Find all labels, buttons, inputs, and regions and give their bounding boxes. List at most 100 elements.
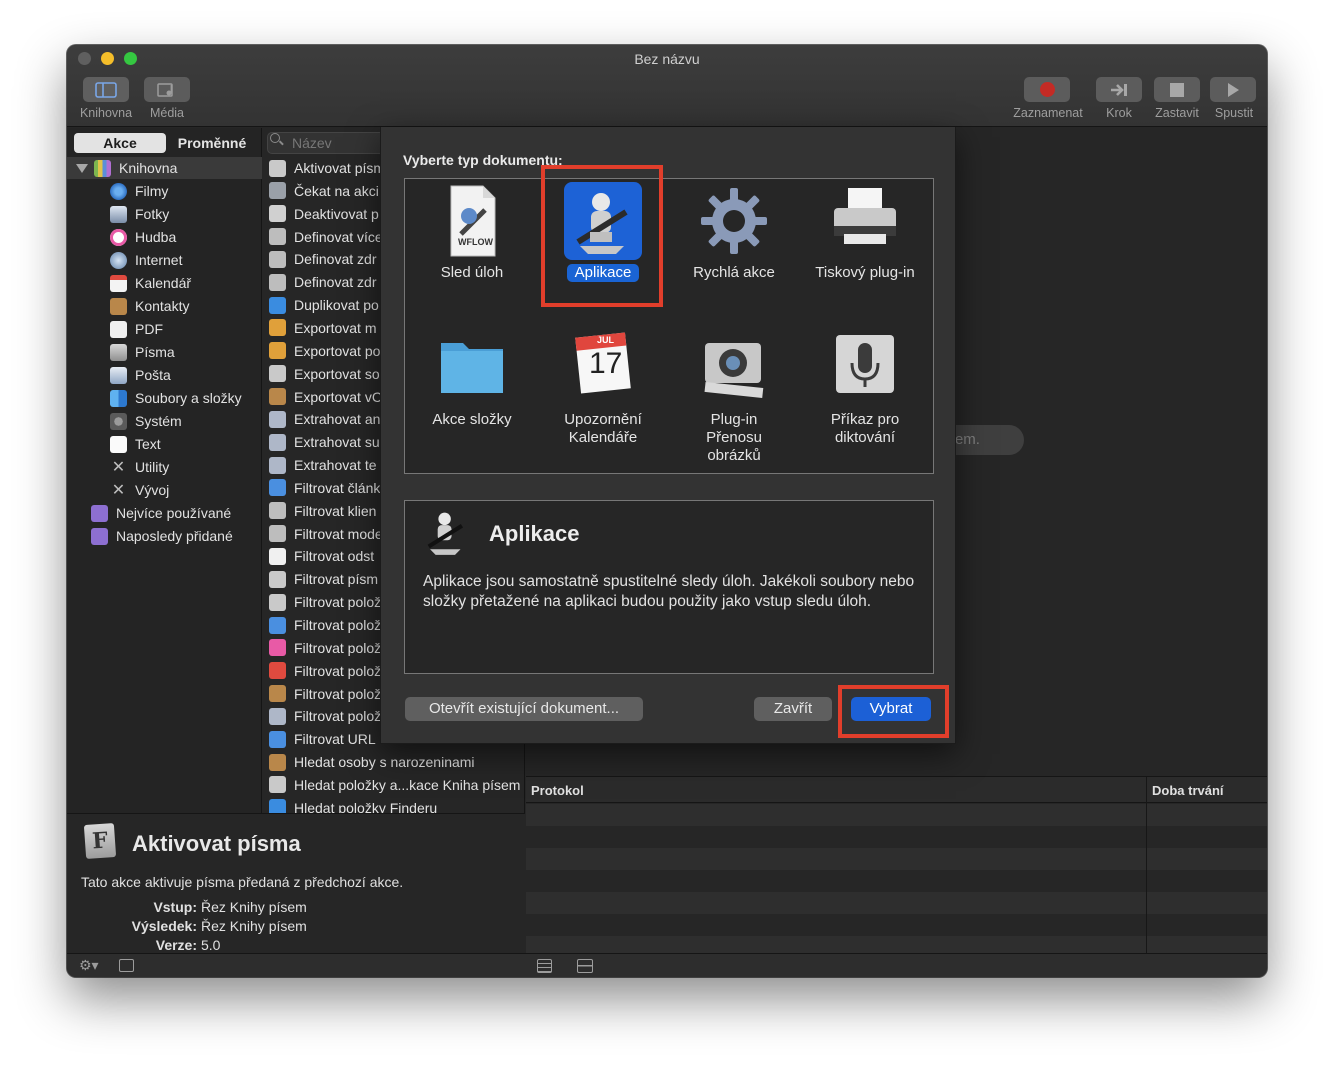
disclosure-triangle-icon[interactable] <box>76 163 88 173</box>
type-quick-action[interactable]: Rychlá akce <box>669 182 799 282</box>
log-column-duration[interactable]: Doba trvání <box>1152 783 1224 798</box>
library-item-system[interactable]: Systém <box>67 410 262 432</box>
segment-actions[interactable]: Akce <box>74 133 166 153</box>
version-label: Verze: <box>155 937 197 953</box>
calendar-small-icon <box>110 274 127 292</box>
fonts-icon <box>110 343 127 361</box>
action-icon <box>269 570 286 588</box>
log-row <box>526 848 1267 870</box>
type-image-capture-plugin[interactable]: Plug-in Přenosu obrázků <box>669 329 799 465</box>
highlight-choose-button <box>838 685 949 738</box>
open-existing-document-button[interactable]: Otevřít existující dokument... <box>405 697 643 721</box>
highlight-selected-type <box>541 165 663 307</box>
library-segmented-control: Akce Proměnné <box>74 133 258 153</box>
action-icon <box>269 662 286 680</box>
action-list-item[interactable]: Hledat položky a...kace Kniha písem <box>269 774 524 796</box>
library-item-text[interactable]: Text <box>67 433 262 455</box>
library-item-most-used[interactable]: Nejvíce používané <box>67 502 262 524</box>
split-view-icon[interactable] <box>577 959 593 973</box>
description-toggle-icon[interactable] <box>119 959 134 972</box>
segment-variables[interactable]: Proměnné <box>166 133 258 153</box>
type-calendar-alarm[interactable]: JUL 17 Upozornění Kalendáře <box>538 329 668 447</box>
column-divider[interactable] <box>1146 777 1147 954</box>
library-item-music[interactable]: Hudba <box>67 226 262 248</box>
input-value: Řez Knihy písem <box>201 899 307 915</box>
input-label: Vstup: <box>153 899 197 915</box>
type-print-plugin[interactable]: Tiskový plug-in <box>800 182 930 282</box>
library-item-utilities[interactable]: ✕ Utility <box>67 456 262 478</box>
action-list-item[interactable]: Hledat položky Finderu <box>269 797 524 813</box>
action-list-item[interactable]: Hledat osoby s narozeninami <box>269 751 524 773</box>
action-label: Filtrovat URL <box>294 731 376 748</box>
run-button[interactable] <box>1210 77 1256 102</box>
workflow-file-icon: WFLOW <box>433 182 511 260</box>
list-view-icon[interactable] <box>537 959 552 973</box>
log-column-protocol[interactable]: Protokol <box>531 783 584 798</box>
action-icon <box>269 319 286 337</box>
action-label: Definovat zdr <box>294 274 377 291</box>
library-item-files[interactable]: Soubory a složky <box>67 387 262 409</box>
type-label: Akce složky <box>432 411 512 428</box>
finder-icon <box>110 389 127 407</box>
action-label: Filtrovat článk <box>294 479 381 496</box>
version-value: 5.0 <box>201 937 221 953</box>
action-icon <box>269 799 286 813</box>
action-label: Filtrovat odst <box>294 548 375 565</box>
type-folder-action[interactable]: Akce složky <box>407 329 537 429</box>
library-toggle-button[interactable] <box>83 77 129 102</box>
library-item-mail[interactable]: Pošta <box>67 364 262 386</box>
gear-menu-icon[interactable]: ⚙▾ <box>79 957 99 974</box>
printer-icon <box>826 182 904 260</box>
contacts-icon <box>110 297 127 315</box>
library-root-label: Knihovna <box>119 160 178 176</box>
action-icon <box>269 205 286 223</box>
library-item-fonts[interactable]: Písma <box>67 341 262 363</box>
library-item-internet[interactable]: Internet <box>67 249 262 271</box>
library-item-label: Nejvíce používané <box>116 505 232 521</box>
type-label: Tiskový plug-in <box>815 264 915 281</box>
action-label: Definovat více <box>294 228 383 245</box>
action-label: Filtrovat polož <box>294 662 382 679</box>
library-item-photos[interactable]: Fotky <box>67 203 262 225</box>
result-value: Řez Knihy písem <box>201 918 307 934</box>
action-icon <box>269 250 286 268</box>
library-item-movies[interactable]: Filmy <box>67 180 262 202</box>
log-table: Protokol Doba trvání <box>526 776 1267 958</box>
action-icon <box>269 365 286 383</box>
type-workflow[interactable]: WFLOW Sled úloh <box>407 182 537 282</box>
close-button[interactable]: Zavřít <box>754 697 832 721</box>
action-icon <box>269 593 286 611</box>
run-icon <box>1228 82 1239 97</box>
toolbar-label-media: Média <box>149 106 185 120</box>
library-item-label: Hudba <box>135 229 177 245</box>
action-icon <box>269 296 286 314</box>
record-button[interactable] <box>1024 77 1070 102</box>
library-item-contacts[interactable]: Kontakty <box>67 295 262 317</box>
image-capture-icon <box>695 329 773 407</box>
result-label: Výsledek: <box>131 918 197 934</box>
step-icon <box>1111 83 1127 96</box>
library-item-recently-added[interactable]: Naposledy přidané <box>67 525 262 547</box>
action-icon <box>269 685 286 703</box>
library-item-label: Kontakty <box>135 298 190 314</box>
stop-button[interactable] <box>1154 77 1200 102</box>
step-button[interactable] <box>1096 77 1142 102</box>
document-type-grid: WFLOW Sled úloh Aplikace Rychlá akce Tis… <box>404 178 934 474</box>
library-item-label: Fotky <box>135 206 170 222</box>
type-label: Rychlá akce <box>693 264 775 281</box>
library-item-developer[interactable]: ✕ Vývoj <box>67 479 262 501</box>
type-label: Upozornění Kalendáře <box>564 411 642 446</box>
library-item-pdf[interactable]: PDF <box>67 318 262 340</box>
media-button[interactable] <box>144 77 190 102</box>
library-item-label: Kalendář <box>135 275 192 291</box>
library-item-label: Filmy <box>135 183 169 199</box>
type-dictation-command[interactable]: Příkaz pro diktování <box>800 329 930 447</box>
pdf-icon <box>110 320 127 338</box>
action-icon <box>269 456 286 474</box>
folder-icon <box>433 329 511 407</box>
action-label: Deaktivovat p <box>294 205 379 222</box>
action-icon <box>269 159 286 177</box>
utilities-icon: ✕ <box>111 458 126 476</box>
library-root-row[interactable]: Knihovna <box>67 157 262 179</box>
library-item-calendar[interactable]: Kalendář <box>67 272 262 294</box>
